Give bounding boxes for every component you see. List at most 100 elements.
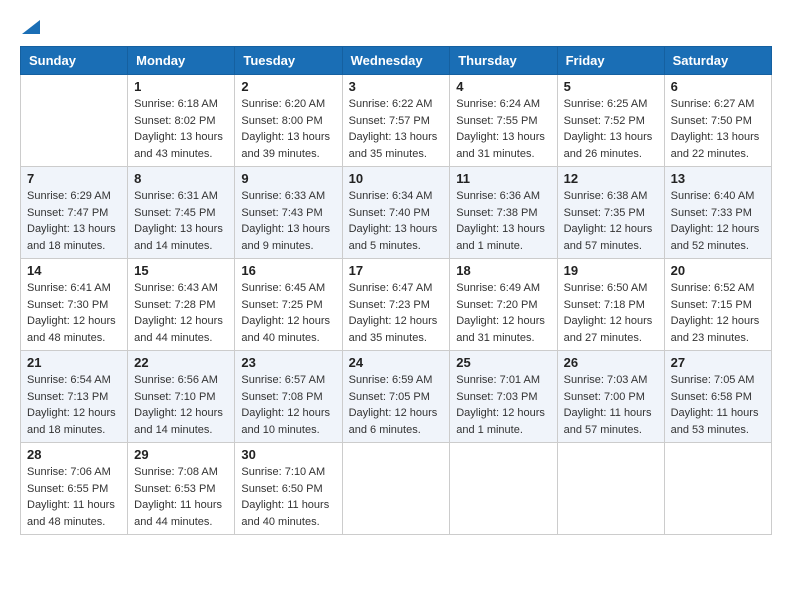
- daylight-text: Daylight: 13 hours and 5 minutes.: [349, 221, 444, 254]
- week-row-5: 28 Sunrise: 7:06 AMSunset: 6:55 PMDayligh…: [21, 443, 772, 535]
- day-info: Sunrise: 7:01 AMSunset: 7:03 PMDaylight:…: [456, 372, 550, 438]
- calendar-cell: 21Sunrise: 6:54 AMSunset: 7:13 PMDayligh…: [21, 351, 128, 443]
- sunrise-text: Sunrise: 7:03 AM: [564, 372, 658, 389]
- day-number: 30: [241, 447, 335, 462]
- calendar-cell: 22Sunrise: 6:56 AMSunset: 7:10 PMDayligh…: [128, 351, 235, 443]
- sunset-text: Sunset: 7:15 PM: [671, 297, 765, 314]
- calendar-cell: 3Sunrise: 6:22 AMSunset: 7:57 PMDaylight…: [342, 75, 450, 167]
- sunset-text: Sunset: 7:08 PM: [241, 389, 335, 406]
- calendar-cell: 13Sunrise: 6:40 AMSunset: 7:33 PMDayligh…: [664, 167, 771, 259]
- sunrise-text: Sunrise: 6:43 AM: [134, 280, 228, 297]
- daylight-text: Daylight: 12 hours and 31 minutes.: [456, 313, 550, 346]
- calendar-cell: [21, 75, 128, 167]
- day-info: Sunrise: 6:52 AMSunset: 7:15 PMDaylight:…: [671, 280, 765, 346]
- calendar-cell: 15Sunrise: 6:43 AMSunset: 7:28 PMDayligh…: [128, 259, 235, 351]
- week-row-4: 21Sunrise: 6:54 AMSunset: 7:13 PMDayligh…: [21, 351, 772, 443]
- day-info: Sunrise: 6:56 AMSunset: 7:10 PMDaylight:…: [134, 372, 228, 438]
- sunrise-text: Sunrise: 7:01 AM: [456, 372, 550, 389]
- day-number: 28: [27, 447, 121, 462]
- daylight-text: Daylight: 13 hours and 1 minute.: [456, 221, 550, 254]
- day-number: 18: [456, 263, 550, 278]
- day-number: 20: [671, 263, 765, 278]
- day-info: Sunrise: 6:24 AMSunset: 7:55 PMDaylight:…: [456, 96, 550, 162]
- day-number: 25: [456, 355, 550, 370]
- daylight-text: Daylight: 13 hours and 14 minutes.: [134, 221, 228, 254]
- day-number: 21: [27, 355, 121, 370]
- daylight-text: Daylight: 12 hours and 14 minutes.: [134, 405, 228, 438]
- calendar-cell: [342, 443, 450, 535]
- calendar-cell: 9Sunrise: 6:33 AMSunset: 7:43 PMDaylight…: [235, 167, 342, 259]
- sunset-text: Sunset: 7:05 PM: [349, 389, 444, 406]
- sunrise-text: Sunrise: 6:34 AM: [349, 188, 444, 205]
- sunrise-text: Sunrise: 6:45 AM: [241, 280, 335, 297]
- sunset-text: Sunset: 7:13 PM: [27, 389, 121, 406]
- day-number: 2: [241, 79, 335, 94]
- sunset-text: Sunset: 7:20 PM: [456, 297, 550, 314]
- daylight-text: Daylight: 12 hours and 40 minutes.: [241, 313, 335, 346]
- day-number: 26: [564, 355, 658, 370]
- sunrise-text: Sunrise: 6:27 AM: [671, 96, 765, 113]
- day-number: 13: [671, 171, 765, 186]
- sunrise-text: Sunrise: 6:31 AM: [134, 188, 228, 205]
- daylight-text: Daylight: 13 hours and 43 minutes.: [134, 129, 228, 162]
- daylight-text: Daylight: 13 hours and 9 minutes.: [241, 221, 335, 254]
- calendar-cell: 2 Sunrise: 6:20 AMSunset: 8:00 PMDaylight…: [235, 75, 342, 167]
- daylight-text: Daylight: 12 hours and 35 minutes.: [349, 313, 444, 346]
- day-info: Sunrise: 6:20 AMSunset: 8:00 PMDaylight:…: [241, 96, 335, 162]
- day-number: 27: [671, 355, 765, 370]
- day-number: 17: [349, 263, 444, 278]
- header-friday: Friday: [557, 47, 664, 75]
- day-info: Sunrise: 7:05 AMSunset: 6:58 PMDaylight:…: [671, 372, 765, 438]
- day-number: 12: [564, 171, 658, 186]
- day-info: Sunrise: 6:50 AMSunset: 7:18 PMDaylight:…: [564, 280, 658, 346]
- sunset-text: Sunset: 7:00 PM: [564, 389, 658, 406]
- header-tuesday: Tuesday: [235, 47, 342, 75]
- daylight-text: Daylight: 11 hours and 48 minutes.: [27, 497, 121, 530]
- sunrise-text: Sunrise: 6:38 AM: [564, 188, 658, 205]
- day-info: Sunrise: 6:22 AMSunset: 7:57 PMDaylight:…: [349, 96, 444, 162]
- daylight-text: Daylight: 11 hours and 53 minutes.: [671, 405, 765, 438]
- sunrise-text: Sunrise: 6:24 AM: [456, 96, 550, 113]
- daylight-text: Daylight: 13 hours and 35 minutes.: [349, 129, 444, 162]
- sunrise-text: Sunrise: 7:05 AM: [671, 372, 765, 389]
- calendar-cell: 28 Sunrise: 7:06 AMSunset: 6:55 PMDayligh…: [21, 443, 128, 535]
- daylight-text: Daylight: 12 hours and 44 minutes.: [134, 313, 228, 346]
- calendar-cell: 26Sunrise: 7:03 AMSunset: 7:00 PMDayligh…: [557, 351, 664, 443]
- day-info: Sunrise: 6:18 AMSunset: 8:02 PMDaylight:…: [134, 96, 228, 162]
- daylight-text: Daylight: 13 hours and 22 minutes.: [671, 129, 765, 162]
- header-thursday: Thursday: [450, 47, 557, 75]
- sunset-text: Sunset: 8:02 PM: [134, 113, 228, 130]
- sunset-text: Sunset: 7:28 PM: [134, 297, 228, 314]
- sunset-text: Sunset: 7:40 PM: [349, 205, 444, 222]
- sunset-text: Sunset: 7:57 PM: [349, 113, 444, 130]
- day-number: 1: [134, 79, 228, 94]
- sunrise-text: Sunrise: 6:40 AM: [671, 188, 765, 205]
- logo: [20, 20, 40, 30]
- day-info: Sunrise: 6:29 AMSunset: 7:47 PMDaylight:…: [27, 188, 121, 254]
- sunrise-text: Sunrise: 6:36 AM: [456, 188, 550, 205]
- day-number: 23: [241, 355, 335, 370]
- day-info: Sunrise: 6:27 AMSunset: 7:50 PMDaylight:…: [671, 96, 765, 162]
- day-info: Sunrise: 6:38 AMSunset: 7:35 PMDaylight:…: [564, 188, 658, 254]
- day-info: Sunrise: 6:57 AMSunset: 7:08 PMDaylight:…: [241, 372, 335, 438]
- header-saturday: Saturday: [664, 47, 771, 75]
- day-info: Sunrise: 6:49 AMSunset: 7:20 PMDaylight:…: [456, 280, 550, 346]
- day-info: Sunrise: 6:36 AMSunset: 7:38 PMDaylight:…: [456, 188, 550, 254]
- day-number: 19: [564, 263, 658, 278]
- day-info: Sunrise: 6:45 AMSunset: 7:25 PMDaylight:…: [241, 280, 335, 346]
- day-info: Sunrise: 7:06 AMSunset: 6:55 PMDaylight:…: [27, 464, 121, 530]
- day-number: 5: [564, 79, 658, 94]
- sunset-text: Sunset: 7:25 PM: [241, 297, 335, 314]
- calendar-cell: 18 Sunrise: 6:49 AMSunset: 7:20 PMDayligh…: [450, 259, 557, 351]
- calendar-cell: [664, 443, 771, 535]
- sunrise-text: Sunrise: 6:49 AM: [456, 280, 550, 297]
- daylight-text: Daylight: 12 hours and 6 minutes.: [349, 405, 444, 438]
- calendar-cell: 24Sunrise: 6:59 AMSunset: 7:05 PMDayligh…: [342, 351, 450, 443]
- daylight-text: Daylight: 11 hours and 40 minutes.: [241, 497, 335, 530]
- day-info: Sunrise: 6:31 AMSunset: 7:45 PMDaylight:…: [134, 188, 228, 254]
- daylight-text: Daylight: 12 hours and 1 minute.: [456, 405, 550, 438]
- day-number: 29: [134, 447, 228, 462]
- calendar-header-row: SundayMondayTuesdayWednesdayThursdayFrid…: [21, 47, 772, 75]
- sunset-text: Sunset: 7:35 PM: [564, 205, 658, 222]
- sunrise-text: Sunrise: 7:08 AM: [134, 464, 228, 481]
